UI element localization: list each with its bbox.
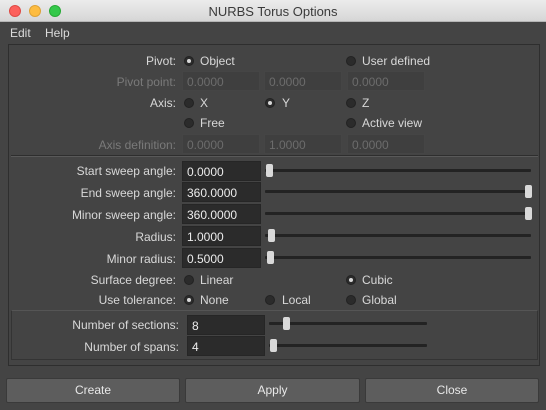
- tolerance-global-radio[interactable]: [346, 295, 356, 305]
- start-sweep-label: Start sweep angle:: [76, 164, 176, 178]
- axis-label: Axis:: [149, 96, 176, 110]
- pivot-point-x-field[interactable]: 0.0000: [182, 71, 260, 91]
- end-sweep-slider-thumb[interactable]: [525, 185, 532, 198]
- menu-help[interactable]: Help: [45, 26, 70, 40]
- pivot-point-y-field[interactable]: 0.0000: [264, 71, 342, 91]
- surface-degree-cubic-radio[interactable]: [346, 275, 356, 285]
- minor-radius-field[interactable]: 0.5000: [182, 248, 261, 268]
- axis-definition-x-field[interactable]: 0.0000: [182, 134, 260, 154]
- pivot-point-label: Pivot point:: [116, 75, 176, 89]
- start-sweep-field[interactable]: 0.0000: [182, 161, 261, 181]
- pivot-object-radio[interactable]: [184, 56, 194, 66]
- axis-x-radio[interactable]: [184, 98, 194, 108]
- start-sweep-slider-track[interactable]: [265, 169, 531, 172]
- close-button[interactable]: Close: [365, 378, 539, 403]
- axis-definition-label: Axis definition:: [98, 138, 176, 152]
- axis-free-label[interactable]: Free: [200, 116, 225, 130]
- sections-slider-thumb[interactable]: [283, 317, 290, 330]
- radius-field[interactable]: 1.0000: [182, 226, 261, 246]
- pivot-point-z-field[interactable]: 0.0000: [347, 71, 425, 91]
- tolerance-local-radio[interactable]: [265, 295, 275, 305]
- surface-degree-label: Surface degree:: [90, 273, 176, 287]
- axis-z-radio[interactable]: [346, 98, 356, 108]
- surface-degree-cubic-label[interactable]: Cubic: [362, 273, 393, 287]
- window-title: NURBS Torus Options: [208, 4, 338, 19]
- tolerance-none-radio[interactable]: [184, 295, 194, 305]
- axis-definition-y-field[interactable]: 1.0000: [264, 134, 342, 154]
- pivot-label: Pivot:: [145, 54, 176, 68]
- radius-label: Radius:: [135, 230, 176, 244]
- tolerance-local-label[interactable]: Local: [282, 293, 311, 307]
- sections-field[interactable]: 8: [187, 315, 265, 335]
- spans-slider-track[interactable]: [269, 344, 427, 347]
- surface-degree-linear-radio[interactable]: [184, 275, 194, 285]
- start-sweep-slider-thumb[interactable]: [266, 164, 273, 177]
- apply-button[interactable]: Apply: [185, 378, 360, 403]
- minor-radius-label: Minor radius:: [106, 252, 176, 266]
- axis-definition-z-field[interactable]: 0.0000: [347, 134, 425, 154]
- minor-radius-slider-thumb[interactable]: [267, 251, 274, 264]
- axis-x-label[interactable]: X: [200, 96, 208, 110]
- sections-label: Number of sections:: [72, 318, 179, 332]
- end-sweep-slider-track[interactable]: [265, 190, 531, 193]
- section-divider: [11, 155, 538, 157]
- create-button[interactable]: Create: [6, 378, 180, 403]
- radius-slider-track[interactable]: [265, 234, 531, 237]
- minor-sweep-field[interactable]: 360.0000: [182, 204, 261, 224]
- tolerance-none-label[interactable]: None: [200, 293, 229, 307]
- axis-active-view-radio[interactable]: [346, 118, 356, 128]
- minor-sweep-label: Minor sweep angle:: [71, 208, 176, 222]
- pivot-user-defined-radio[interactable]: [346, 56, 356, 66]
- title-bar: NURBS Torus Options: [0, 0, 546, 22]
- menu-bar: Edit Help: [0, 22, 546, 42]
- axis-free-radio[interactable]: [184, 118, 194, 128]
- axis-z-label[interactable]: Z: [362, 96, 369, 110]
- end-sweep-label: End sweep angle:: [80, 186, 176, 200]
- pivot-object-label[interactable]: Object: [200, 54, 235, 68]
- minor-sweep-slider-thumb[interactable]: [525, 207, 532, 220]
- spans-slider-thumb[interactable]: [270, 339, 277, 352]
- pivot-user-defined-label[interactable]: User defined: [362, 54, 430, 68]
- end-sweep-field[interactable]: 360.0000: [182, 182, 261, 202]
- menu-edit[interactable]: Edit: [10, 26, 31, 40]
- axis-y-radio[interactable]: [265, 98, 275, 108]
- use-tolerance-label: Use tolerance:: [98, 293, 176, 307]
- spans-label: Number of spans:: [84, 340, 179, 354]
- spans-field[interactable]: 4: [187, 336, 265, 356]
- axis-y-label[interactable]: Y: [282, 96, 290, 110]
- tolerance-global-label[interactable]: Global: [362, 293, 397, 307]
- radius-slider-thumb[interactable]: [268, 229, 275, 242]
- surface-degree-linear-label[interactable]: Linear: [200, 273, 233, 287]
- minor-sweep-slider-track[interactable]: [265, 212, 531, 215]
- axis-active-view-label[interactable]: Active view: [362, 116, 422, 130]
- sections-slider-track[interactable]: [269, 322, 427, 325]
- minor-radius-slider-track[interactable]: [265, 256, 531, 259]
